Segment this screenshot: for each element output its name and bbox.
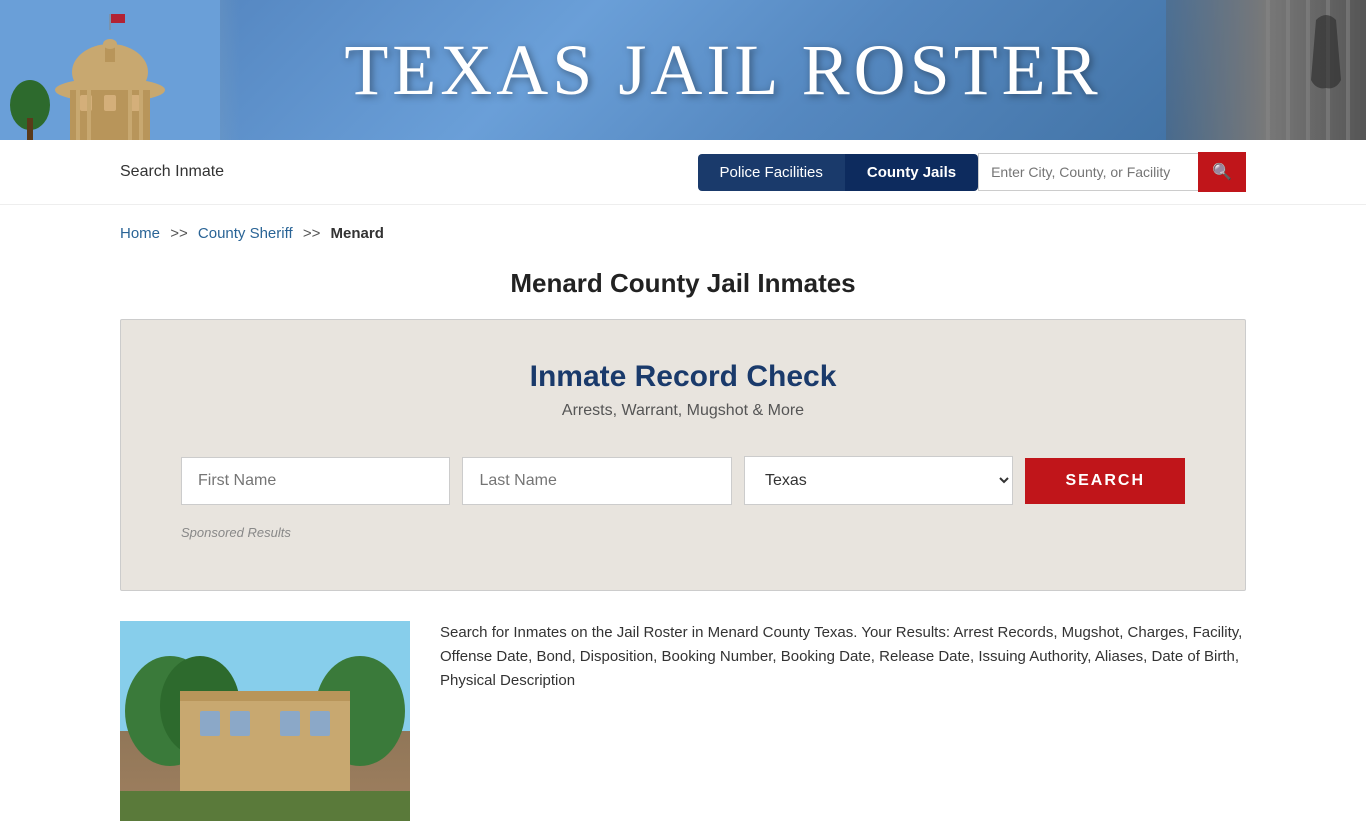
page-title: Menard County Jail Inmates (0, 268, 1366, 299)
bottom-section: Search for Inmates on the Jail Roster in… (120, 621, 1246, 821)
first-name-input[interactable] (181, 457, 450, 505)
header-banner-right-bg (1166, 0, 1366, 140)
breadcrumb-county-sheriff[interactable]: County Sheriff (198, 225, 293, 242)
state-select[interactable]: AlabamaAlaskaArizonaArkansasCaliforniaCo… (744, 456, 1013, 505)
site-title: Texas Jail Roster (344, 29, 1101, 112)
nav-bar: Search Inmate Police Facilities County J… (0, 140, 1366, 205)
sponsored-results-label: Sponsored Results (181, 525, 1185, 540)
breadcrumb-home[interactable]: Home (120, 225, 160, 242)
building-image (120, 621, 410, 821)
search-inmate-label: Search Inmate (120, 163, 224, 181)
record-check-subtitle: Arrests, Warrant, Mugshot & More (181, 402, 1185, 420)
breadcrumb-separator-1: >> (170, 225, 188, 242)
nav-right-controls: Police Facilities County Jails 🔍 (698, 152, 1246, 192)
breadcrumb-separator-2: >> (303, 225, 321, 242)
facility-search-input[interactable] (978, 153, 1198, 191)
record-check-box: Inmate Record Check Arrests, Warrant, Mu… (120, 319, 1246, 591)
record-search-button[interactable]: SEARCH (1025, 458, 1185, 504)
county-jails-button[interactable]: County Jails (845, 154, 978, 191)
description-text: Search for Inmates on the Jail Roster in… (440, 621, 1246, 693)
breadcrumb: Home >> County Sheriff >> Menard (0, 205, 1366, 252)
last-name-input[interactable] (462, 457, 731, 505)
header-banner: Texas Jail Roster (0, 0, 1366, 140)
police-facilities-button[interactable]: Police Facilities (698, 154, 845, 191)
record-check-form: AlabamaAlaskaArizonaArkansasCaliforniaCo… (181, 456, 1185, 505)
record-check-title: Inmate Record Check (181, 360, 1185, 394)
facility-search-button[interactable]: 🔍 (1198, 152, 1246, 192)
search-icon: 🔍 (1212, 164, 1232, 181)
breadcrumb-current: Menard (331, 225, 384, 242)
header-banner-left-bg (0, 0, 240, 140)
